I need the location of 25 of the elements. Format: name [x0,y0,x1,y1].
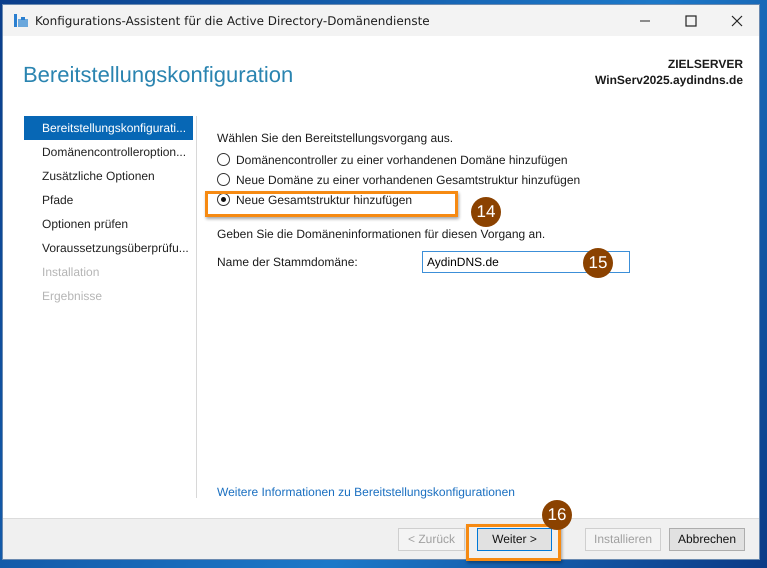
server-name: WinServ2025.aydindns.de [595,72,743,88]
sidebar-item[interactable]: Voraussetzungsüberprüfu... [24,236,196,260]
option-label[interactable]: Domänencontroller zu einer vorhandenen Domäne hinzufügen [236,152,568,166]
server-label: ZIELSERVER [668,56,743,72]
sidebar-item[interactable]: Domänencontrolleroption... [24,140,196,164]
sidebar-item[interactable]: Optionen prüfen [24,212,196,236]
dialog-button[interactable]: Abbrechen [669,528,745,550]
dialog-button[interactable]: Weiter > [477,528,552,550]
sidebar-item[interactable]: Pfade [24,188,196,212]
radio-button[interactable] [217,153,230,166]
close-icon[interactable] [731,14,743,26]
radio-button[interactable] [217,173,230,186]
sidebar-item[interactable]: Zusätzliche Optionen [24,164,196,188]
window-title: Konfigurations-Assistent für die Active Directory-Domänendienste [35,14,430,28]
option-label[interactable]: Neue Domäne zu einer vorhandenen Gesamtstruktur hinzufügen [236,172,580,186]
maximize-icon[interactable] [685,14,697,26]
info-link[interactable]: Weitere Informationen zu Bereitstellungskonfigurationen [217,485,759,499]
field-label: Name der Stammdomäne: [217,255,359,269]
sidebar-item[interactable]: Bereitstellungskonfigurati... [24,116,193,140]
option-label[interactable]: Neue Gesamtstruktur hinzufügen [236,192,412,206]
radio-button[interactable] [217,193,230,206]
prompt-text: Geben Sie die Domäneninformationen für diesen Vorgang an. [217,227,546,241]
app-icon [13,12,29,28]
page-title: Bereitstellungskonfiguration [23,62,294,89]
prompt-text: Wählen Sie den Bereitstellungsvorgang aus. [217,131,454,145]
